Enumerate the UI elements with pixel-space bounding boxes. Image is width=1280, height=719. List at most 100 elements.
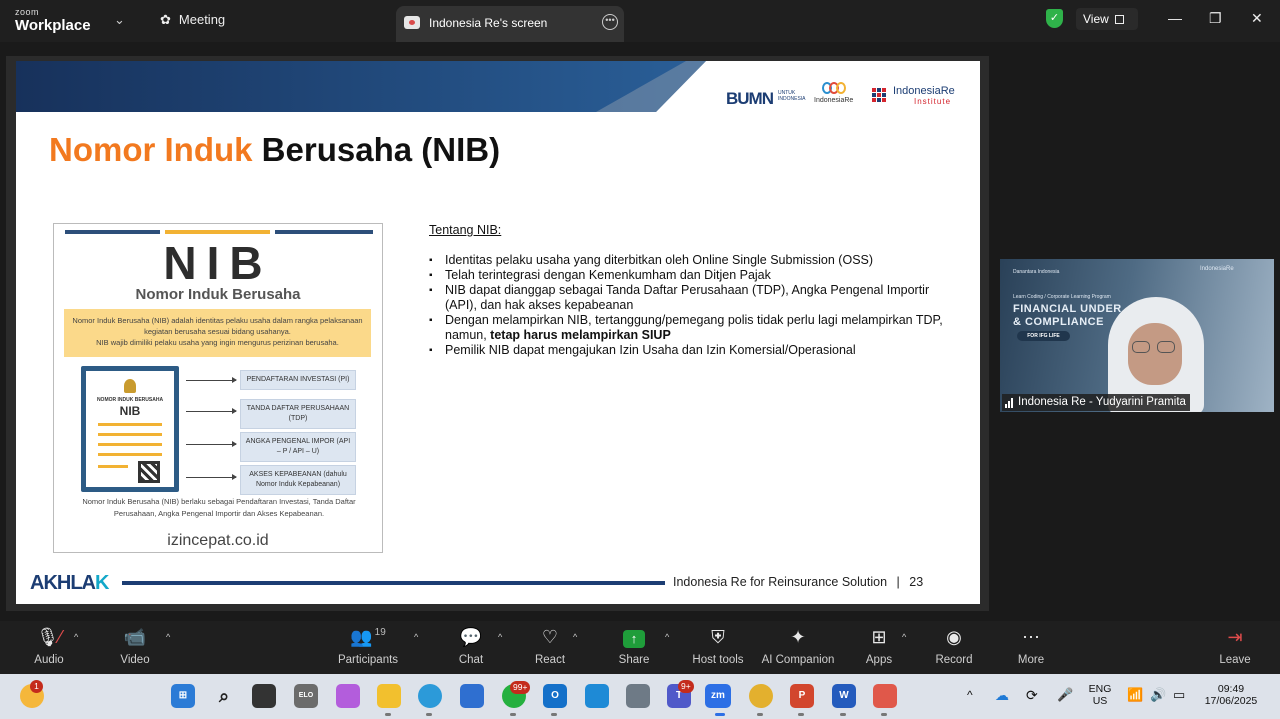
more-options-icon[interactable]: ••• bbox=[602, 14, 618, 30]
file-explorer-icon[interactable] bbox=[377, 684, 401, 708]
whatsapp-badge: 99+ bbox=[510, 681, 531, 694]
close-icon[interactable]: ✕ bbox=[1251, 10, 1263, 27]
chat-button[interactable]: 💬 Chat ^ bbox=[426, 621, 516, 674]
clock-time: 09:49 bbox=[1217, 683, 1245, 695]
chevron-down-icon[interactable]: ⌄ bbox=[114, 12, 125, 28]
more-button[interactable]: ⋯ More bbox=[986, 621, 1076, 674]
clock[interactable]: 09:49 17/06/2025 bbox=[1200, 683, 1262, 707]
chrome-icon[interactable] bbox=[749, 684, 773, 708]
task-view-icon[interactable] bbox=[252, 684, 276, 708]
ai-companion-button[interactable]: ✦ AI Companion bbox=[753, 621, 843, 674]
teams-badge: 9+ bbox=[678, 680, 694, 693]
react-button[interactable]: ♡ React ^ bbox=[505, 621, 595, 674]
view-layout-icon bbox=[1114, 15, 1124, 24]
host-tools-label: Host tools bbox=[692, 654, 744, 666]
indonesia-re-logo: IndonesiaRe bbox=[814, 82, 854, 108]
qr-code-icon bbox=[138, 461, 160, 483]
running-indicator bbox=[798, 713, 804, 716]
input-language[interactable]: ENG US bbox=[1086, 683, 1114, 707]
windows-start-icon[interactable]: ⊞ bbox=[171, 684, 195, 708]
react-label: React bbox=[534, 654, 566, 666]
participant-video-tile[interactable]: Danantara Indonesia IndonesiaRe Learn Co… bbox=[1000, 259, 1274, 412]
video-banner-pill: FOR IFG LIFE bbox=[1017, 331, 1070, 341]
title-bar: zoom Workplace ⌄ ✿ Meeting Indonesia Re's… bbox=[0, 0, 1280, 42]
participants-label: Participants bbox=[337, 654, 399, 666]
page-number: 23 bbox=[909, 575, 924, 589]
battery-icon[interactable]: ▭ bbox=[1173, 687, 1185, 703]
windows-taskbar: 1 ⊞ ⌕ ELO 99+ O T 9+ zm P W ^ ☁ ⟳ 🎤 ENG … bbox=[0, 674, 1280, 719]
paw-icon: ✿ bbox=[160, 12, 171, 27]
running-indicator bbox=[757, 713, 763, 716]
chevron-up-icon[interactable]: ^ bbox=[967, 688, 973, 702]
list-item: Pemilik NIB dapat mengajukan Izin Usaha … bbox=[429, 343, 959, 358]
ai-companion-label: AI Companion bbox=[761, 654, 835, 666]
bumn-logo: BUMN bbox=[726, 89, 774, 108]
host-tools-button[interactable]: ⛨ Host tools bbox=[673, 621, 763, 674]
arrow-icon bbox=[186, 441, 237, 447]
copilot-icon[interactable] bbox=[336, 684, 360, 708]
volume-icon[interactable]: 🔊 bbox=[1150, 687, 1166, 703]
word-icon[interactable]: W bbox=[832, 684, 856, 708]
region-code: US bbox=[1092, 695, 1108, 707]
video-banner-caption: Learn Coding / Corporate Learning Progra… bbox=[1013, 294, 1111, 300]
security-shield-icon[interactable]: ✓ bbox=[1046, 9, 1063, 28]
view-button-label: View bbox=[1083, 12, 1109, 26]
chevron-up-icon[interactable]: ^ bbox=[74, 632, 78, 642]
chevron-up-icon[interactable]: ^ bbox=[166, 632, 170, 642]
infographic-subheading: Nomor Induk Berusaha bbox=[135, 286, 301, 303]
infographic-heading: NIB bbox=[163, 237, 273, 289]
outlook-icon[interactable]: O bbox=[543, 684, 567, 708]
slide-title: Nomor Induk Berusaha (NIB) bbox=[49, 131, 500, 169]
more-icon: ⋯ bbox=[1022, 627, 1040, 647]
microphone-icon[interactable]: 🎤 bbox=[1057, 687, 1073, 703]
elo-app-icon[interactable]: ELO bbox=[294, 684, 318, 708]
search-icon[interactable]: ⌕ bbox=[212, 684, 236, 708]
share-label: Share bbox=[618, 654, 650, 666]
video-banner-title-line-2: & COMPLIANCE bbox=[1013, 316, 1104, 328]
participant-name-label: Indonesia Re - Yudyarini Pramita bbox=[1002, 394, 1190, 411]
more-label: More bbox=[1017, 654, 1045, 666]
leave-button[interactable]: ⇥ Leave bbox=[1190, 621, 1280, 674]
tab-shared-screen[interactable]: Indonesia Re's screen ••• bbox=[396, 6, 624, 42]
bumn-tagline: UNTUK INDONESIA bbox=[778, 90, 806, 102]
tab-meeting[interactable]: ✿ Meeting bbox=[160, 12, 225, 28]
onedrive-icon[interactable]: ☁ bbox=[995, 687, 1009, 704]
chevron-up-icon[interactable]: ^ bbox=[498, 632, 502, 642]
clipboard-icon[interactable] bbox=[873, 684, 897, 708]
store-icon[interactable] bbox=[460, 684, 484, 708]
function-box: ANGKA PENGENAL IMPOR (API – P / API – U) bbox=[240, 432, 356, 462]
list-item-emphasis: tetap harus melampirkan SIUP bbox=[490, 328, 671, 342]
powerpoint-icon[interactable]: P bbox=[790, 684, 814, 708]
chevron-up-icon[interactable]: ^ bbox=[665, 632, 669, 642]
tab-shared-screen-label: Indonesia Re's screen bbox=[429, 16, 548, 30]
clock-date: 17/06/2025 bbox=[1204, 695, 1258, 707]
garuda-emblem-icon bbox=[124, 379, 136, 393]
institute-logo-bottom: Institute bbox=[914, 97, 952, 106]
infographic-top-bars bbox=[65, 230, 373, 234]
meeting-toolbar: 🎙⁄ Audio ^ 📹 Video ^ 👥 19 Participants ^ … bbox=[0, 621, 1280, 674]
share-button[interactable]: ↑ Share ^ bbox=[589, 621, 679, 674]
document-title: NIB bbox=[119, 404, 141, 418]
edge-icon[interactable] bbox=[418, 684, 442, 708]
chevron-up-icon[interactable]: ^ bbox=[414, 632, 418, 642]
calendar-icon[interactable] bbox=[585, 684, 609, 708]
definition-line-1: Nomor Induk Berusaha (NIB) adalah identi… bbox=[72, 316, 363, 336]
sync-icon[interactable]: ⟳ bbox=[1026, 687, 1038, 704]
shield-icon: ⛨ bbox=[711, 627, 725, 647]
wifi-icon[interactable]: 📶 bbox=[1127, 687, 1143, 703]
akhlak-logo-part-1: AKHLA bbox=[30, 572, 96, 594]
chevron-up-icon[interactable]: ^ bbox=[902, 632, 906, 642]
participants-button[interactable]: 👥 19 Participants ^ bbox=[323, 621, 418, 674]
video-button[interactable]: 📹 Video ^ bbox=[90, 621, 180, 674]
audio-button[interactable]: 🎙⁄ Audio ^ bbox=[4, 621, 94, 674]
arrow-icon bbox=[186, 474, 237, 480]
minimize-icon[interactable]: — bbox=[1168, 10, 1182, 26]
language-code: ENG bbox=[1088, 683, 1112, 695]
screen-share-icon bbox=[404, 16, 420, 29]
snipping-icon[interactable] bbox=[626, 684, 650, 708]
zoom-icon[interactable]: zm bbox=[705, 684, 731, 708]
restore-icon[interactable]: ❐ bbox=[1209, 10, 1222, 27]
view-button[interactable]: View bbox=[1076, 8, 1138, 30]
indonesia-re-logo-text: IndonesiaRe bbox=[814, 97, 854, 104]
chevron-up-icon[interactable]: ^ bbox=[573, 632, 577, 642]
